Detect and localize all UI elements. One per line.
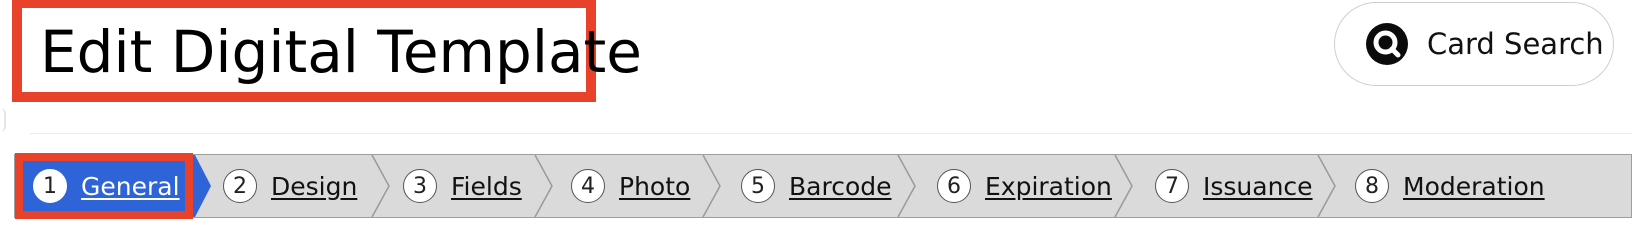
step-separator	[702, 155, 721, 217]
step-number: 7	[1155, 169, 1189, 203]
step-label: Expiration	[985, 171, 1112, 201]
step-label: Issuance	[1203, 171, 1313, 201]
wizard-steps: 1 General 2 Design 3 Fields 4 Photo 5 Ba…	[14, 153, 1632, 219]
step-separator	[1114, 155, 1133, 217]
step-label: Barcode	[789, 171, 892, 201]
page-title-highlight: Edit Digital Template	[12, 0, 642, 102]
step-photo[interactable]: 4 Photo	[571, 155, 690, 217]
step-fields[interactable]: 3 Fields	[403, 155, 522, 217]
step-number: 2	[223, 169, 257, 203]
step-label: General	[81, 171, 180, 201]
card-search-label: Card Search	[1427, 27, 1604, 61]
step-separator	[534, 155, 553, 217]
step-number: 3	[403, 169, 437, 203]
step-general[interactable]: 1 General	[33, 155, 180, 217]
step-label: Fields	[451, 171, 522, 201]
step-label: Design	[271, 171, 358, 201]
card-search-button[interactable]: Card Search	[1334, 2, 1614, 86]
step-separator	[371, 155, 390, 217]
step-separator	[1317, 155, 1336, 217]
step-number: 1	[33, 169, 67, 203]
step-moderation[interactable]: 8 Moderation	[1355, 155, 1545, 217]
step-number: 5	[741, 169, 775, 203]
search-icon	[1366, 23, 1408, 65]
step-number: 6	[937, 169, 971, 203]
collapse-handle[interactable]	[0, 108, 6, 132]
step-barcode[interactable]: 5 Barcode	[741, 155, 892, 217]
step-number: 8	[1355, 169, 1389, 203]
header-divider	[30, 133, 1632, 134]
step-label: Moderation	[1403, 171, 1545, 201]
step-label: Photo	[619, 171, 691, 201]
step-separator	[897, 155, 916, 217]
page-title: Edit Digital Template	[40, 18, 642, 86]
step-design[interactable]: 2 Design	[223, 155, 357, 217]
step-issuance[interactable]: 7 Issuance	[1155, 155, 1313, 217]
step-expiration[interactable]: 6 Expiration	[937, 155, 1112, 217]
step-number: 4	[571, 169, 605, 203]
